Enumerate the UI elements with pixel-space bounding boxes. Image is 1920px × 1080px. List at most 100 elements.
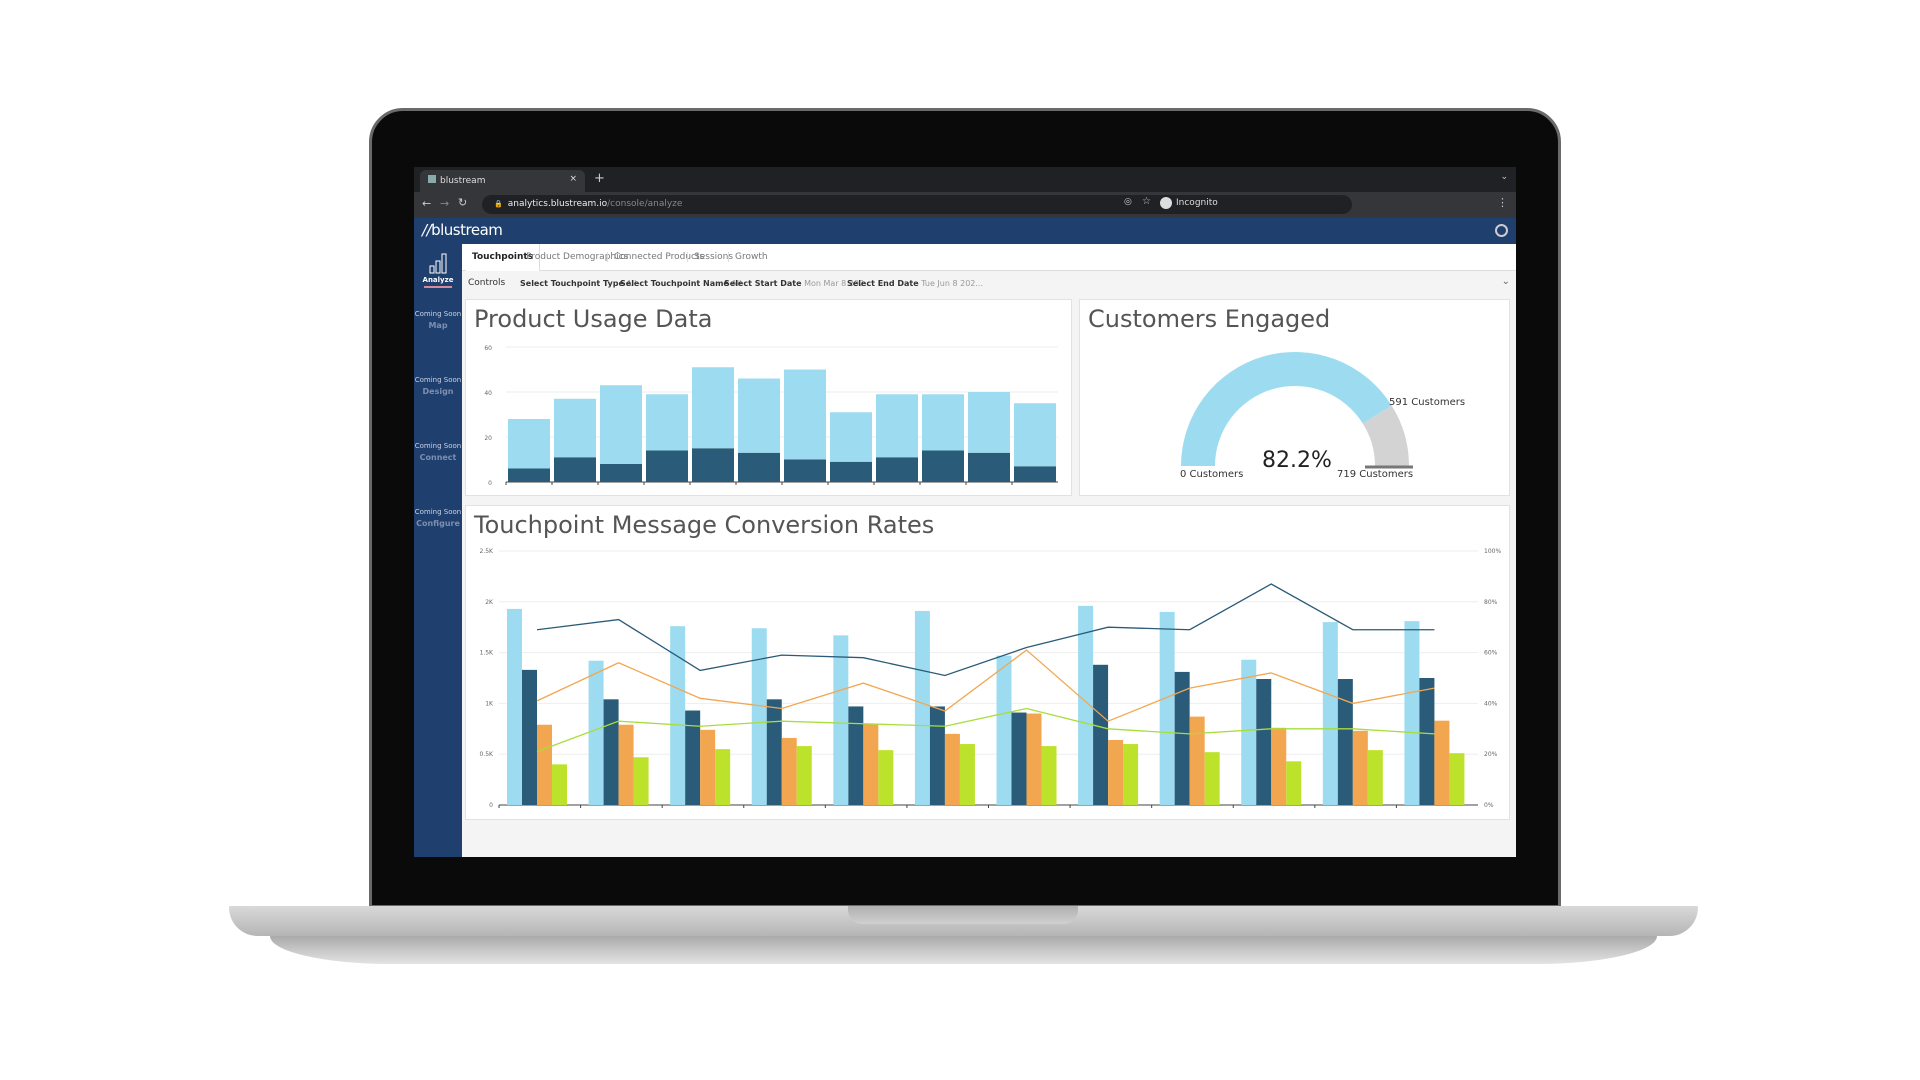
conversion-chart: 0 0% 0.5K 20% 1K 40% 1.5K 60% 2K 80% 2.5K 100% (480, 548, 1502, 809)
usage-bar (646, 450, 688, 482)
conversion-bar (1123, 744, 1139, 805)
y2-tick-label: 20% (1484, 751, 1498, 758)
laptop-notch (848, 906, 1078, 924)
conversion-bar (1204, 752, 1220, 805)
filter-label: Select Touchpoint Name (620, 279, 729, 288)
url-path: /console/analyze (607, 199, 683, 209)
usage-bar (784, 459, 826, 482)
screen: blustream × + ⌄ ← → ↻ 🔒 analytics.blustre… (414, 167, 1516, 857)
filter-value: Tue Jun 8 202... (921, 279, 983, 288)
incognito-icon (1160, 197, 1172, 209)
conversion-bar (1352, 730, 1368, 805)
conversion-bar (863, 723, 879, 805)
conversion-bar (522, 669, 537, 805)
browser-tab-bar: blustream × + ⌄ (414, 167, 1516, 192)
map-icon: Coming Soon (414, 310, 462, 318)
touchpoint-type-select[interactable]: Select Touchpoint Type All (520, 279, 636, 288)
conversion-bar (929, 706, 945, 805)
conversion-bar (1108, 739, 1124, 805)
filter-label: Select Start Date (724, 279, 802, 288)
wrench-icon: Coming Soon (414, 508, 462, 516)
y-tick-label: 2K (485, 599, 494, 606)
browser-menu-icon[interactable]: ⋮ (1497, 196, 1508, 209)
product-usage-panel: Product Usage Data 0 20 40 60 (465, 299, 1072, 496)
tab-bar: Touchpoints Product Demographics Connect… (462, 244, 1516, 271)
conversion-bar (1419, 678, 1435, 805)
conversion-bar (588, 660, 604, 805)
conversion-bar (878, 750, 894, 805)
conversion-bar (944, 733, 960, 805)
y2-tick-label: 100% (1484, 548, 1501, 555)
y-tick-label: 0 (488, 480, 492, 487)
sidebar-item-analyze[interactable]: Analyze (414, 252, 462, 290)
y-tick-label: 1.5K (480, 650, 495, 657)
y-tick-label: 0 (489, 802, 493, 809)
filter-label: Select Touchpoint Type (520, 279, 624, 288)
sidebar-item-label: Map (428, 321, 448, 330)
product-usage-chart: 0 20 40 60 (484, 345, 1058, 487)
conversion-bar (507, 608, 522, 805)
sidebar-item-map[interactable]: Coming Soon Map (414, 310, 462, 330)
y-tick-label: 2.5K (480, 548, 495, 555)
usage-bar (554, 398, 596, 458)
tab-growth[interactable]: Growth (728, 252, 774, 262)
conversion-bar (1271, 727, 1287, 805)
usage-bar (600, 464, 642, 482)
tab-favicon-icon (428, 175, 436, 183)
usage-bar (968, 452, 1010, 482)
sidebar-item-configure[interactable]: Coming Soon Configure (414, 508, 462, 528)
y2-tick-label: 60% (1484, 650, 1498, 657)
conversion-bar (1011, 712, 1027, 805)
laptop-base-bottom (270, 936, 1657, 964)
y2-tick-label: 40% (1484, 700, 1498, 707)
sidebar-item-connect[interactable]: Coming Soon Connect (414, 442, 462, 462)
connect-icon: Coming Soon (414, 442, 462, 450)
browser-tab[interactable]: blustream × (420, 170, 585, 192)
y-tick-label: 0.5K (480, 751, 495, 758)
conversion-bar (1159, 611, 1175, 805)
end-date-select[interactable]: Select End Date Tue Jun 8 202... (847, 279, 983, 288)
back-icon[interactable]: ← (422, 197, 431, 210)
lock-icon: 🔒 (494, 200, 503, 208)
sidebar-item-design[interactable]: Coming Soon Design (414, 376, 462, 396)
user-account-icon[interactable] (1495, 224, 1508, 237)
new-tab-icon[interactable]: + (594, 171, 605, 186)
forward-icon[interactable]: → (440, 197, 449, 210)
sidebar: Analyze Coming Soon Map Coming Soon Design… (414, 244, 462, 857)
conversion-bar (1449, 753, 1465, 805)
eye-off-icon[interactable]: ◎ (1124, 197, 1132, 207)
conversion-bar (833, 635, 849, 805)
customers-engaged-panel: Customers Engaged 82.2% 591 Customers 0 … (1079, 299, 1510, 496)
usage-bar (508, 419, 550, 469)
logo-waves-icon: // (422, 221, 432, 239)
gauge-min-label: 0 Customers (1180, 469, 1244, 480)
y2-tick-label: 80% (1484, 599, 1498, 606)
logo-text: blustream (431, 221, 503, 239)
conversion-bar (700, 729, 716, 805)
close-tab-icon[interactable]: × (569, 174, 577, 184)
usage-bar (922, 450, 964, 482)
sidebar-item-label: Design (422, 387, 454, 396)
profile-button[interactable]: Incognito (1176, 198, 1218, 208)
usage-bar (830, 461, 872, 482)
conversion-bar (537, 724, 552, 805)
usage-bar (646, 394, 688, 451)
logo[interactable]: //blustream (422, 221, 503, 239)
usage-bar (600, 385, 642, 464)
conversion-bar (1256, 679, 1272, 805)
conversion-bar (1093, 664, 1109, 805)
collapse-controls-icon[interactable]: ⌄ (1502, 276, 1510, 287)
conversion-bar (1286, 761, 1302, 805)
reload-icon[interactable]: ↻ (458, 196, 467, 209)
usage-bar (876, 457, 918, 482)
y-tick-label: 20 (484, 435, 492, 442)
conversion-bar (796, 746, 812, 805)
conversion-bar (996, 655, 1012, 805)
active-indicator (424, 286, 452, 288)
tab-menu-icon[interactable]: ⌄ (1500, 172, 1508, 182)
url-input[interactable]: 🔒 analytics.blustream.io/console/analyze (482, 195, 1352, 214)
star-icon[interactable]: ☆ (1142, 196, 1151, 207)
conversion-bar (766, 699, 782, 805)
conversion-bar (848, 706, 864, 805)
gauge-max-label: 719 Customers (1337, 469, 1414, 480)
